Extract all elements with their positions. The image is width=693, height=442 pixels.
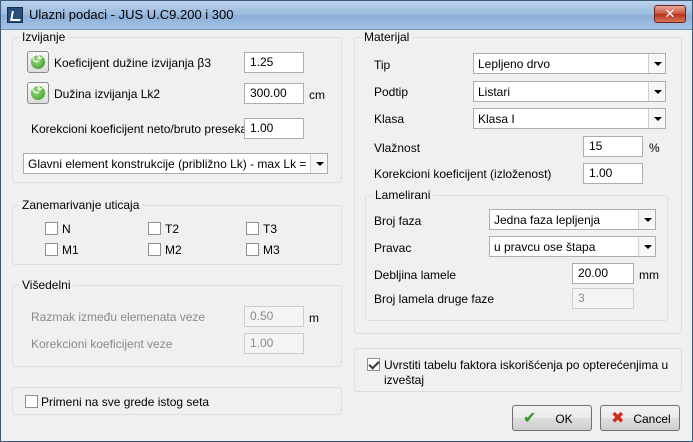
title-bar[interactable]: Ulazni podaci - JUS U.C9.200 i 300 ✕	[1, 1, 692, 30]
checkbox-primeni-label: Primeni na sve grede istog seta	[41, 395, 210, 409]
checkbox-m1[interactable]	[45, 243, 58, 256]
korekcioni-veze-input[interactable]: 1.00	[244, 333, 304, 354]
razmak-input[interactable]: 0.50	[244, 306, 304, 327]
podtip-select[interactable]: Listari	[473, 81, 666, 102]
checkbox-n[interactable]	[45, 222, 58, 235]
debljina-input[interactable]: 20.00	[572, 263, 634, 284]
tip-label: Tip	[374, 58, 391, 72]
tip-select-value: Lepljeno drvo	[478, 57, 551, 71]
duzina-label: Dužina izvijanja Lk2	[54, 87, 161, 101]
chevron-down-icon[interactable]	[638, 237, 655, 256]
checkbox-uvrstiti[interactable]	[367, 358, 380, 371]
debljina-unit: mm	[639, 268, 659, 282]
korekcioni-izlozenost-input[interactable]: 1.00	[583, 163, 643, 184]
broj-faza-label: Broj faza	[374, 214, 422, 228]
checkbox-t3[interactable]	[246, 222, 259, 235]
close-button[interactable]: ✕	[654, 5, 686, 23]
group-legend-lamelirani: Lamelirani	[372, 188, 434, 202]
klasa-label: Klasa	[374, 112, 405, 126]
ok-button[interactable]: ✔ OK	[512, 405, 592, 431]
razmak-label: Razmak između elemenata veze	[31, 310, 206, 324]
tip-select[interactable]: Lepljeno drvo	[473, 53, 666, 74]
checkbox-m2-label: M2	[165, 243, 182, 257]
korekcioni-neto-input[interactable]: 1.00	[244, 118, 304, 139]
checkbox-m1-label: M1	[62, 243, 79, 257]
koef-refresh-button[interactable]	[27, 51, 49, 73]
refresh-icon	[31, 83, 45, 100]
broj-faza-select-value: Jedna faza lepljenja	[494, 213, 601, 227]
checkbox-n-label: N	[62, 222, 71, 236]
window-title: Ulazni podaci - JUS U.C9.200 i 300	[29, 7, 234, 22]
app-icon	[7, 7, 23, 23]
refresh-icon	[31, 52, 45, 69]
pravac-label: Pravac	[374, 241, 412, 255]
razmak-unit: m	[309, 311, 319, 325]
korekcioni-veze-label: Korekcioni koeficijent veze	[31, 337, 173, 351]
chevron-down-icon[interactable]	[310, 154, 327, 173]
uvrstiti-label-line1: Uvrstiti tabelu faktora iskorišćenja po …	[384, 358, 669, 372]
korekcioni-izlozenost-label: Korekcioni koeficijent (izloženost)	[374, 167, 552, 181]
duzina-input[interactable]: 300.00	[244, 83, 304, 104]
cancel-button-label: Cancel	[633, 412, 671, 426]
broj-faza-select[interactable]: Jedna faza lepljenja	[489, 209, 656, 230]
vlaznost-label: Vlažnost	[374, 141, 421, 155]
koef-input[interactable]: 1.25	[244, 52, 304, 73]
checkbox-t3-label: T3	[263, 222, 278, 236]
cancel-button[interactable]: ✖ Cancel	[600, 405, 680, 431]
ok-button-label: OK	[555, 412, 573, 426]
checkbox-t2[interactable]	[148, 222, 161, 235]
group-legend-izvijanje: Izvijanje	[19, 30, 69, 44]
chevron-down-icon[interactable]	[638, 210, 655, 229]
pravac-select[interactable]: u pravcu ose štapa	[489, 236, 656, 257]
vlaznost-unit: %	[649, 141, 660, 155]
dialog-window: Ulazni podaci - JUS U.C9.200 i 300 ✕ Izv…	[0, 0, 693, 442]
klasa-select[interactable]: Klasa I	[473, 108, 666, 129]
group-legend-materijal: Materijal	[361, 30, 413, 44]
klasa-select-value: Klasa I	[478, 112, 515, 126]
element-select[interactable]: Glavni element konstrukcije (približno L…	[23, 153, 328, 174]
pravac-select-value: u pravcu ose štapa	[494, 240, 596, 254]
element-select-value: Glavni element konstrukcije (približno L…	[28, 157, 307, 171]
broj-lamela-label: Broj lamela druge faze	[374, 292, 495, 306]
podtip-select-value: Listari	[478, 85, 511, 99]
checkbox-t2-label: T2	[165, 222, 180, 236]
close-icon: ✕	[664, 6, 676, 21]
group-legend-zanemarivanje: Zanemarivanje uticaja	[19, 198, 143, 212]
uvrstiti-label-line2: izveštaj	[384, 373, 425, 387]
chevron-down-icon[interactable]	[648, 109, 665, 128]
broj-lamela-input[interactable]: 3	[572, 288, 634, 309]
checkbox-primeni[interactable]	[25, 395, 38, 408]
chevron-down-icon[interactable]	[648, 82, 665, 101]
checkbox-m3[interactable]	[246, 243, 259, 256]
debljina-label: Debljina lamele	[374, 268, 457, 282]
checkbox-m3-label: M3	[263, 243, 280, 257]
chevron-down-icon[interactable]	[648, 54, 665, 73]
koef-label: Koeficijent dužine izvijanja β3	[54, 56, 211, 70]
group-legend-visedelni: Višedelni	[19, 278, 74, 292]
korekcioni-neto-label: Korekcioni koeficijent neto/bruto presek…	[31, 122, 248, 136]
podtip-label: Podtip	[374, 85, 409, 99]
duzina-unit: cm	[309, 88, 325, 102]
vlaznost-input[interactable]: 15	[583, 136, 643, 157]
checkbox-m2[interactable]	[148, 243, 161, 256]
duzina-refresh-button[interactable]	[27, 82, 49, 104]
